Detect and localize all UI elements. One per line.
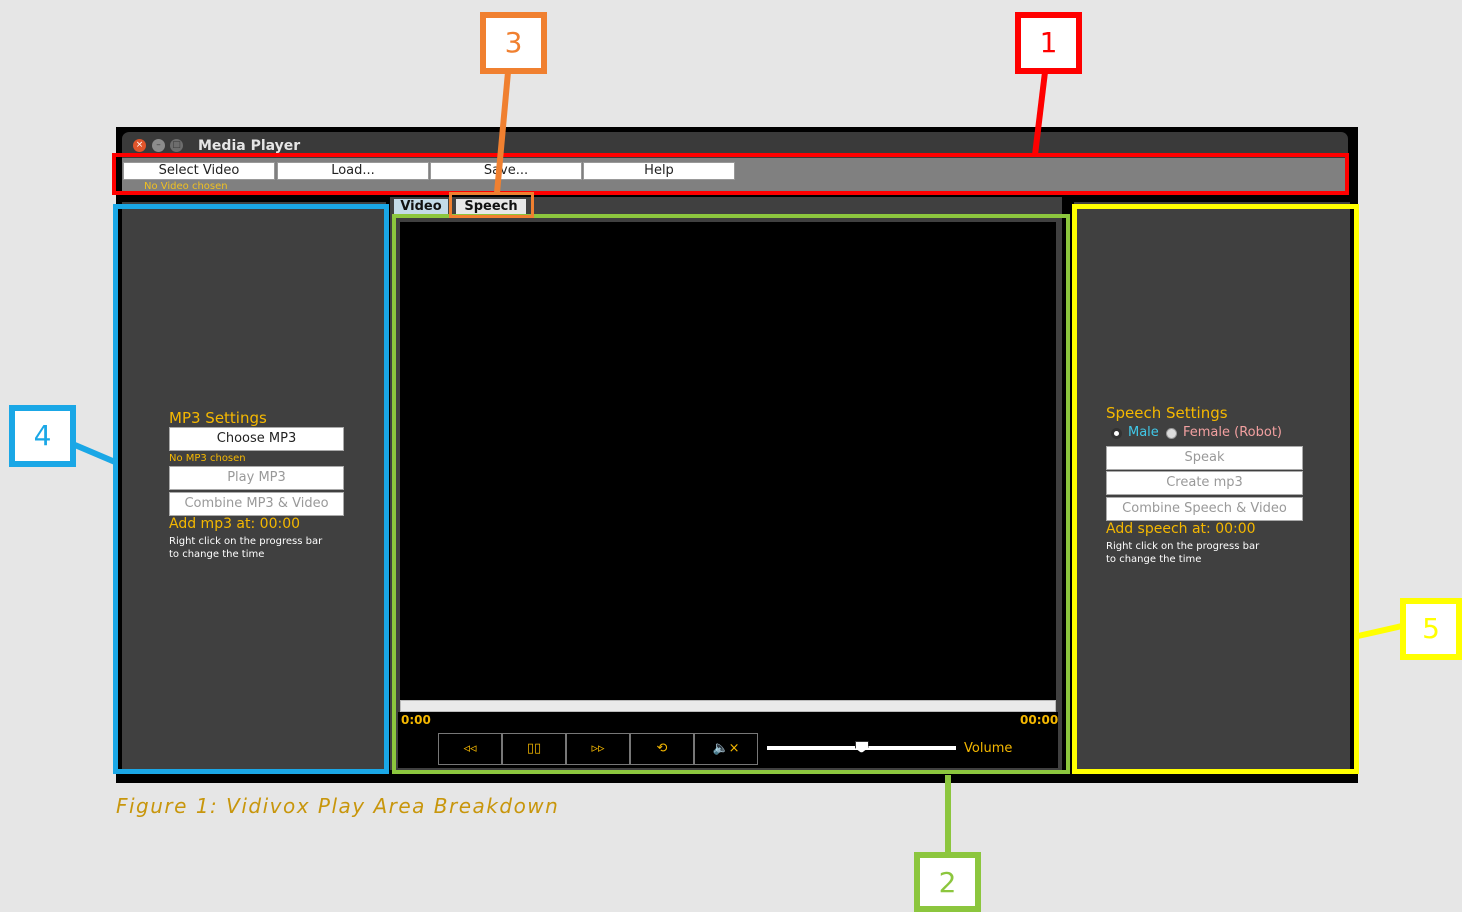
annotation-label-1: 1 [1015,12,1082,74]
annotation-connectors [73,71,1403,853]
connector-5 [1357,623,1403,639]
annotation-label-2: 2 [914,852,981,912]
annotation-label-3: 3 [480,12,547,74]
annotation-label-5: 5 [1400,598,1462,660]
figure-caption: Figure 1: Vidivox Play Area Breakdown [116,794,560,818]
connector-3 [494,71,511,194]
connector-4 [73,442,117,465]
connector-1 [1032,71,1048,156]
annotation-label-4: 4 [9,405,76,467]
